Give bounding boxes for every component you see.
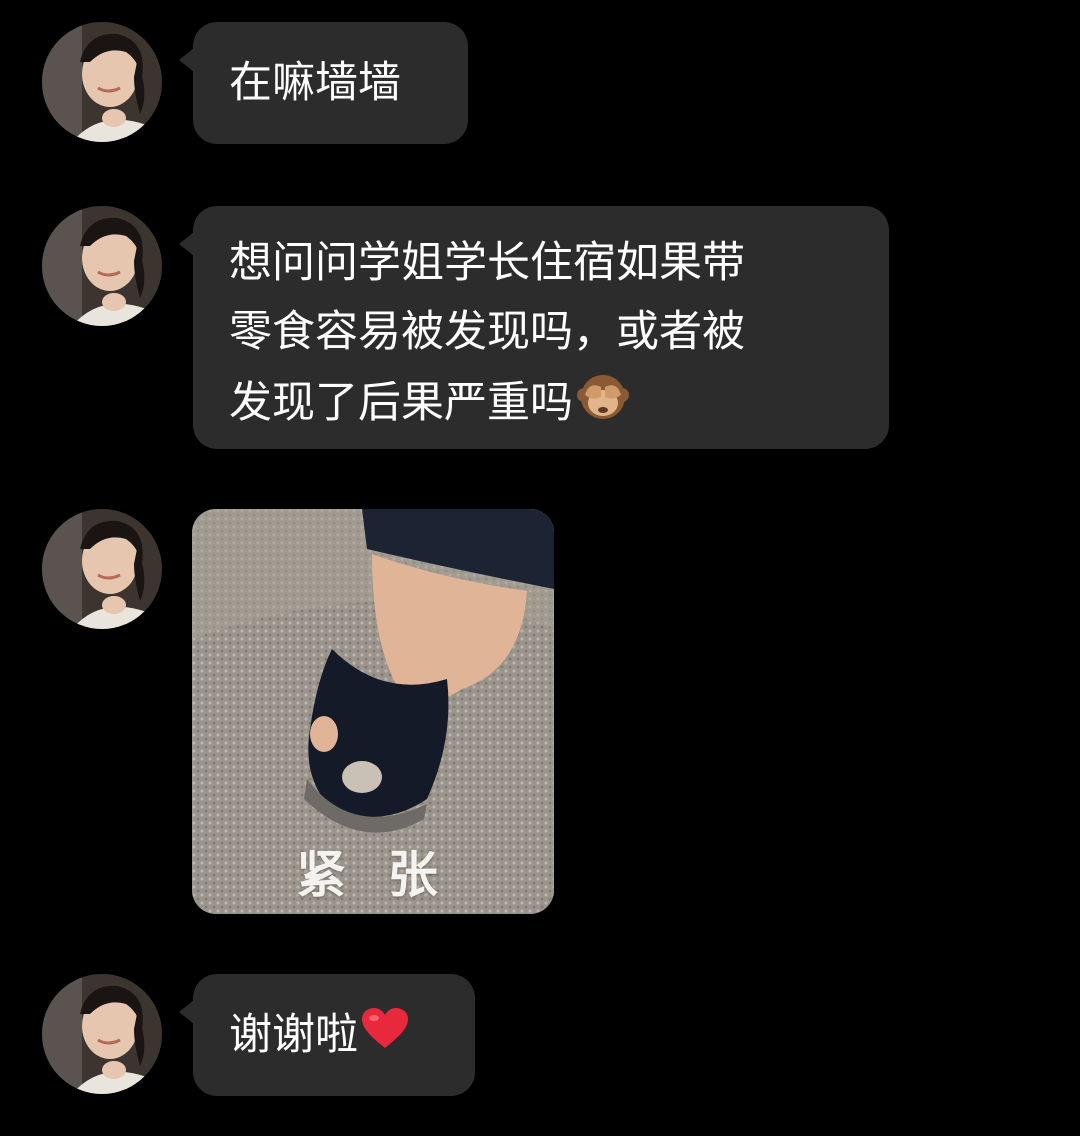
sender-avatar[interactable]	[42, 22, 162, 142]
message-text: 发现了后果严重吗	[229, 378, 573, 428]
message-text: 零食容易被发现吗，或者被	[229, 307, 745, 357]
avatar-photo	[42, 206, 162, 326]
sender-avatar[interactable]	[42, 206, 162, 326]
message-text-line: 谢谢啦	[229, 999, 439, 1074]
avatar-photo	[42, 974, 162, 1094]
message-text-line: 发现了后果严重吗	[229, 367, 853, 444]
message-bubble[interactable]: 谢谢啦	[179, 974, 475, 1096]
message-bubble[interactable]: 在嘛墙墙	[179, 22, 468, 144]
message-text: 想问问学姐学长住宿如果带	[229, 238, 745, 288]
sticker-caption: 紧 张	[296, 846, 450, 904]
message-text: 谢谢啦	[229, 1010, 358, 1060]
avatar-photo	[42, 22, 162, 142]
sticker-image[interactable]: 紧 张	[192, 509, 554, 914]
message-text: 在嘛墙墙	[229, 58, 401, 108]
see-no-evil-monkey-icon	[575, 367, 631, 444]
avatar-photo	[42, 509, 162, 629]
sender-avatar[interactable]	[42, 509, 162, 629]
sender-avatar[interactable]	[42, 974, 162, 1094]
red-heart-icon	[360, 1002, 410, 1074]
message-bubble[interactable]: 想问问学姐学长住宿如果带 零食容易被发现吗，或者被 发现了后果严重吗	[179, 206, 889, 449]
